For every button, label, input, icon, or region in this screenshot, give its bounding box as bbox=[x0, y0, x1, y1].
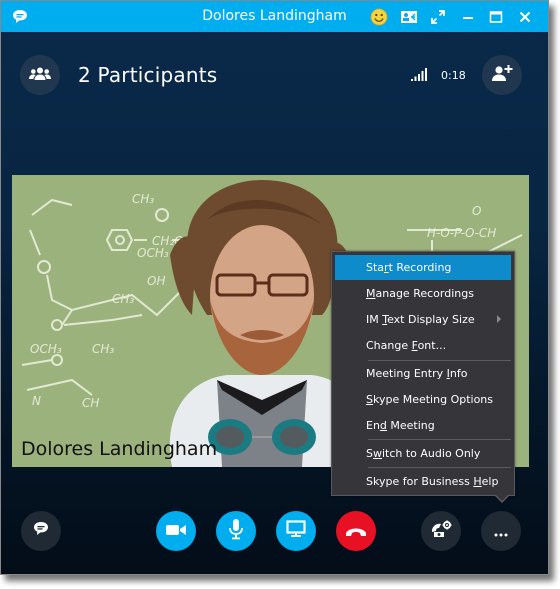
participants-icon bbox=[29, 66, 51, 85]
menu-item-change-font[interactable]: Change Font... bbox=[335, 333, 511, 358]
svg-text:CH₃: CH₃ bbox=[112, 292, 134, 306]
microphone-icon bbox=[228, 518, 244, 544]
close-icon[interactable] bbox=[513, 5, 537, 29]
add-participant-button[interactable] bbox=[482, 55, 522, 95]
menu-item-skype-meeting-options[interactable]: Skype Meeting Options bbox=[335, 387, 511, 412]
more-options-menu: Start Recording Manage Recordings IM Tex… bbox=[331, 251, 515, 496]
contact-card-icon[interactable] bbox=[397, 5, 421, 29]
svg-text:OCH₃: OCH₃ bbox=[30, 342, 62, 356]
menu-item-meeting-entry-info[interactable]: Meeting Entry Info bbox=[335, 361, 511, 386]
title-bar[interactable]: Dolores Landingham bbox=[1, 1, 548, 32]
svg-text:O: O bbox=[472, 204, 481, 218]
menu-item-im-text-display-size[interactable]: IM Text Display Size bbox=[335, 307, 511, 332]
maximize-icon[interactable] bbox=[484, 5, 508, 29]
meeting-window: Dolores Landingham 2 Participants 0:18 C… bbox=[0, 0, 549, 575]
menu-pointer-fill bbox=[495, 494, 509, 501]
svg-text:H-O-P-O-CH: H-O-P-O-CH bbox=[427, 226, 496, 240]
add-person-icon bbox=[491, 64, 513, 86]
emoticon-icon[interactable] bbox=[367, 5, 391, 29]
svg-text:CH₃: CH₃ bbox=[132, 192, 154, 206]
im-button[interactable] bbox=[21, 511, 61, 551]
call-controls-icon bbox=[430, 520, 452, 542]
im-chat-icon bbox=[32, 520, 50, 542]
menu-separator bbox=[368, 439, 511, 440]
hang-up-button[interactable] bbox=[336, 511, 376, 551]
submenu-arrow-icon bbox=[497, 315, 501, 323]
video-camera-icon bbox=[165, 522, 187, 541]
present-button[interactable] bbox=[276, 511, 316, 551]
more-options-button[interactable] bbox=[481, 511, 521, 551]
svg-text:N: N bbox=[32, 394, 41, 408]
participants-button[interactable] bbox=[20, 55, 60, 95]
svg-text:CH₃: CH₃ bbox=[92, 342, 114, 356]
participant-name-label: Dolores Landingham bbox=[21, 438, 218, 460]
menu-item-switch-to-audio-only[interactable]: Switch to Audio Only bbox=[335, 441, 511, 466]
call-duration: 0:18 bbox=[441, 69, 466, 82]
video-button[interactable] bbox=[156, 511, 196, 551]
menu-item-skype-for-business-help[interactable]: Skype for Business Help bbox=[335, 469, 511, 494]
menu-item-start-recording[interactable]: Start Recording bbox=[335, 255, 511, 280]
menu-separator bbox=[368, 467, 511, 468]
hang-up-icon bbox=[345, 522, 367, 541]
signal-strength-icon bbox=[411, 67, 427, 86]
svg-text:CH: CH bbox=[82, 396, 99, 410]
participants-count[interactable]: 2 Participants bbox=[78, 63, 217, 87]
call-controls-button[interactable] bbox=[421, 511, 461, 551]
minimize-icon[interactable] bbox=[456, 5, 480, 29]
full-screen-icon[interactable] bbox=[426, 5, 450, 29]
menu-item-manage-recordings[interactable]: Manage Recordings bbox=[335, 281, 511, 306]
more-options-icon bbox=[494, 522, 508, 541]
svg-text:OCH₃: OCH₃ bbox=[137, 246, 169, 260]
present-screen-icon bbox=[286, 520, 306, 542]
mute-button[interactable] bbox=[216, 511, 256, 551]
svg-text:OH: OH bbox=[147, 274, 165, 288]
menu-item-end-meeting[interactable]: End Meeting bbox=[335, 413, 511, 438]
